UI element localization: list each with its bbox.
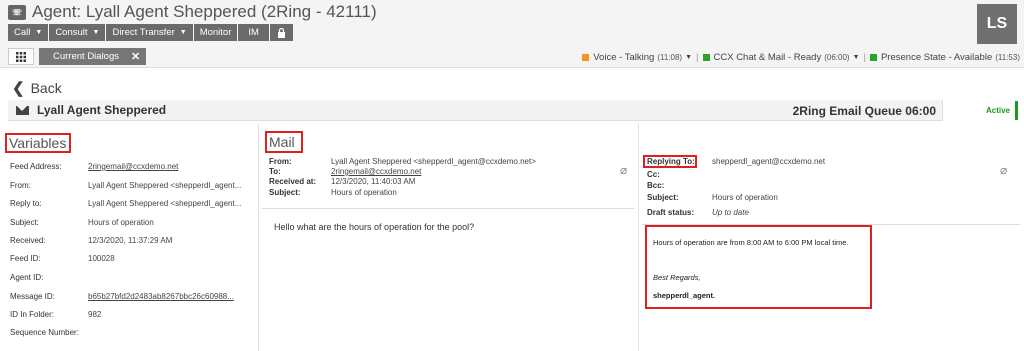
im-button-label: IM [248, 27, 259, 38]
variable-label: Received: [10, 236, 46, 245]
reply-draft-value: Up to date [712, 208, 749, 217]
status-separator: | [696, 51, 699, 63]
reply-cc-label: Cc: [647, 170, 660, 179]
variables-heading: Variables [9, 135, 67, 151]
agent-title-bar: ☏ Agent: Lyall Agent Sheppered (2Ring - … [8, 2, 377, 22]
variable-value: Lyall Agent Sheppered <shepperdl_agent..… [88, 199, 242, 208]
im-button[interactable]: IM [238, 24, 269, 41]
variable-label: Reply to: [10, 199, 42, 208]
dialog-header-bar: Lyall Agent Sheppered 2Ring Email Queue … [8, 100, 1020, 121]
variable-label: Message ID: [10, 292, 55, 301]
top-header: ☏ Agent: Lyall Agent Sheppered (2Ring - … [0, 0, 1024, 68]
status-badge-label: Active [985, 106, 1010, 115]
chevron-down-icon: ▼ [179, 29, 187, 36]
paperclip-icon[interactable]: ⌀ [620, 163, 627, 177]
reply-replying-to-value: shepperdl_agent@ccxdemo.net [712, 157, 826, 166]
close-icon[interactable]: ✕ [131, 50, 140, 63]
chevron-down-icon[interactable]: ▼ [853, 54, 860, 61]
status-separator: | [863, 51, 866, 63]
queue-name: 2Ring Email Queue 06:00 [792, 104, 936, 118]
reply-replying-to-label: Replying To: [647, 157, 695, 166]
voice-status-indicator [582, 53, 590, 61]
variable-value-link[interactable]: b65b27bfd2d2483ab8267bbc26c60988... [88, 292, 234, 301]
envelope-icon [16, 105, 29, 115]
reply-subject-input[interactable]: Hours of operation [712, 193, 778, 202]
ccx-status-time: (06:00) [824, 52, 850, 62]
mail-subject-label: Subject: [269, 188, 301, 197]
back-link[interactable]: ❮ Back [12, 79, 62, 97]
mail-received-value: 12/3/2020, 11:40:03 AM [331, 177, 416, 186]
reply-body-line: Best Regards, [653, 273, 701, 282]
lock-button[interactable] [269, 24, 293, 41]
chevron-down-icon: ▼ [35, 29, 43, 36]
variable-label: Agent ID: [10, 273, 44, 282]
variable-label: Feed ID: [10, 254, 41, 263]
status-badge-bar [1015, 101, 1018, 120]
variable-label: From: [10, 181, 31, 190]
grid-icon [16, 51, 26, 62]
tab-current-dialogs-label: Current Dialogs [53, 51, 119, 62]
mail-received-label: Received at: [269, 177, 317, 186]
ccx-status-label: CCX Chat & Mail - Ready [713, 51, 822, 63]
back-label: Back [30, 80, 62, 96]
call-button-label: Call [14, 27, 31, 38]
mail-body: Hello what are the hours of operation fo… [274, 222, 475, 232]
status-badge: Active [942, 100, 1020, 121]
grid-menu-button[interactable] [8, 48, 34, 65]
mail-to-value[interactable]: 2ringemail@ccxdemo.net [331, 167, 421, 176]
call-button[interactable]: Call ▼ [8, 24, 49, 41]
reply-body-line: Hours of operation are from 8:00 AM to 6… [653, 238, 849, 247]
call-toolbar: Call ▼ Consult ▼ Direct Transfer ▼ Monitor … [8, 24, 294, 41]
agent-phone-icon: ☏ [8, 4, 26, 20]
column-divider [258, 124, 259, 351]
variable-label: Subject: [10, 218, 39, 227]
avatar[interactable]: LS [977, 4, 1017, 44]
mail-header-divider [262, 208, 634, 209]
chevron-down-icon: ▼ [92, 29, 100, 36]
mail-to-label: To: [269, 167, 281, 176]
variable-value: Hours of operation [88, 218, 154, 227]
variable-value: 982 [88, 310, 102, 319]
mail-heading: Mail [269, 134, 295, 150]
variable-label: Sequence Number: [10, 328, 79, 337]
consult-button-label: Consult [55, 27, 88, 38]
paperclip-icon[interactable]: ⌀ [1000, 163, 1007, 177]
dialog-agent-name: Lyall Agent Sheppered [37, 103, 167, 117]
variable-value: 100028 [88, 254, 115, 263]
variable-value: Lyall Agent Sheppered <shepperdl_agent..… [88, 181, 242, 190]
presence-status-indicator [869, 53, 877, 61]
presence-status-time: (11:53) [995, 52, 1020, 62]
voice-status-label: Voice - Talking [593, 51, 655, 63]
dialog-tabs: Current Dialogs ✕ [8, 48, 147, 65]
chevron-left-icon: ❮ [12, 80, 25, 97]
reply-subject-label: Subject: [647, 193, 679, 202]
status-bar: Voice - Talking (11:08) ▼ | CCX Chat & M… [582, 51, 1020, 63]
consult-button[interactable]: Consult ▼ [49, 24, 106, 41]
variable-value-link[interactable]: 2ringemail@ccxdemo.net [88, 162, 178, 171]
direct-transfer-button[interactable]: Direct Transfer ▼ [106, 24, 193, 41]
reply-draft-label: Draft status: [647, 208, 695, 217]
mail-subject-value: Hours of operation [331, 188, 397, 197]
ccx-status-indicator [702, 53, 710, 61]
variable-label: Feed Address: [10, 162, 62, 171]
tab-current-dialogs[interactable]: Current Dialogs ✕ [39, 48, 147, 65]
reply-signature: shepperdl_agent. [653, 291, 716, 300]
agent-title: Agent: Lyall Agent Sheppered (2Ring - 42… [32, 2, 377, 21]
mail-from-value: Lyall Agent Sheppered <shepperdl_agent@c… [331, 157, 536, 166]
monitor-button-label: Monitor [199, 27, 232, 38]
voice-status-time: (11:08) [657, 52, 683, 62]
variable-label: ID In Folder: [10, 310, 55, 319]
monitor-button[interactable]: Monitor [193, 24, 238, 41]
direct-transfer-button-label: Direct Transfer [112, 27, 175, 38]
chevron-down-icon[interactable]: ▼ [685, 54, 692, 61]
lock-icon [277, 27, 285, 38]
column-divider [638, 124, 639, 351]
mail-from-label: From: [269, 157, 292, 166]
variable-value: 12/3/2020, 11:37:29 AM [88, 236, 173, 245]
reply-bcc-label: Bcc: [647, 181, 665, 190]
presence-status-label: Presence State - Available [880, 51, 993, 63]
